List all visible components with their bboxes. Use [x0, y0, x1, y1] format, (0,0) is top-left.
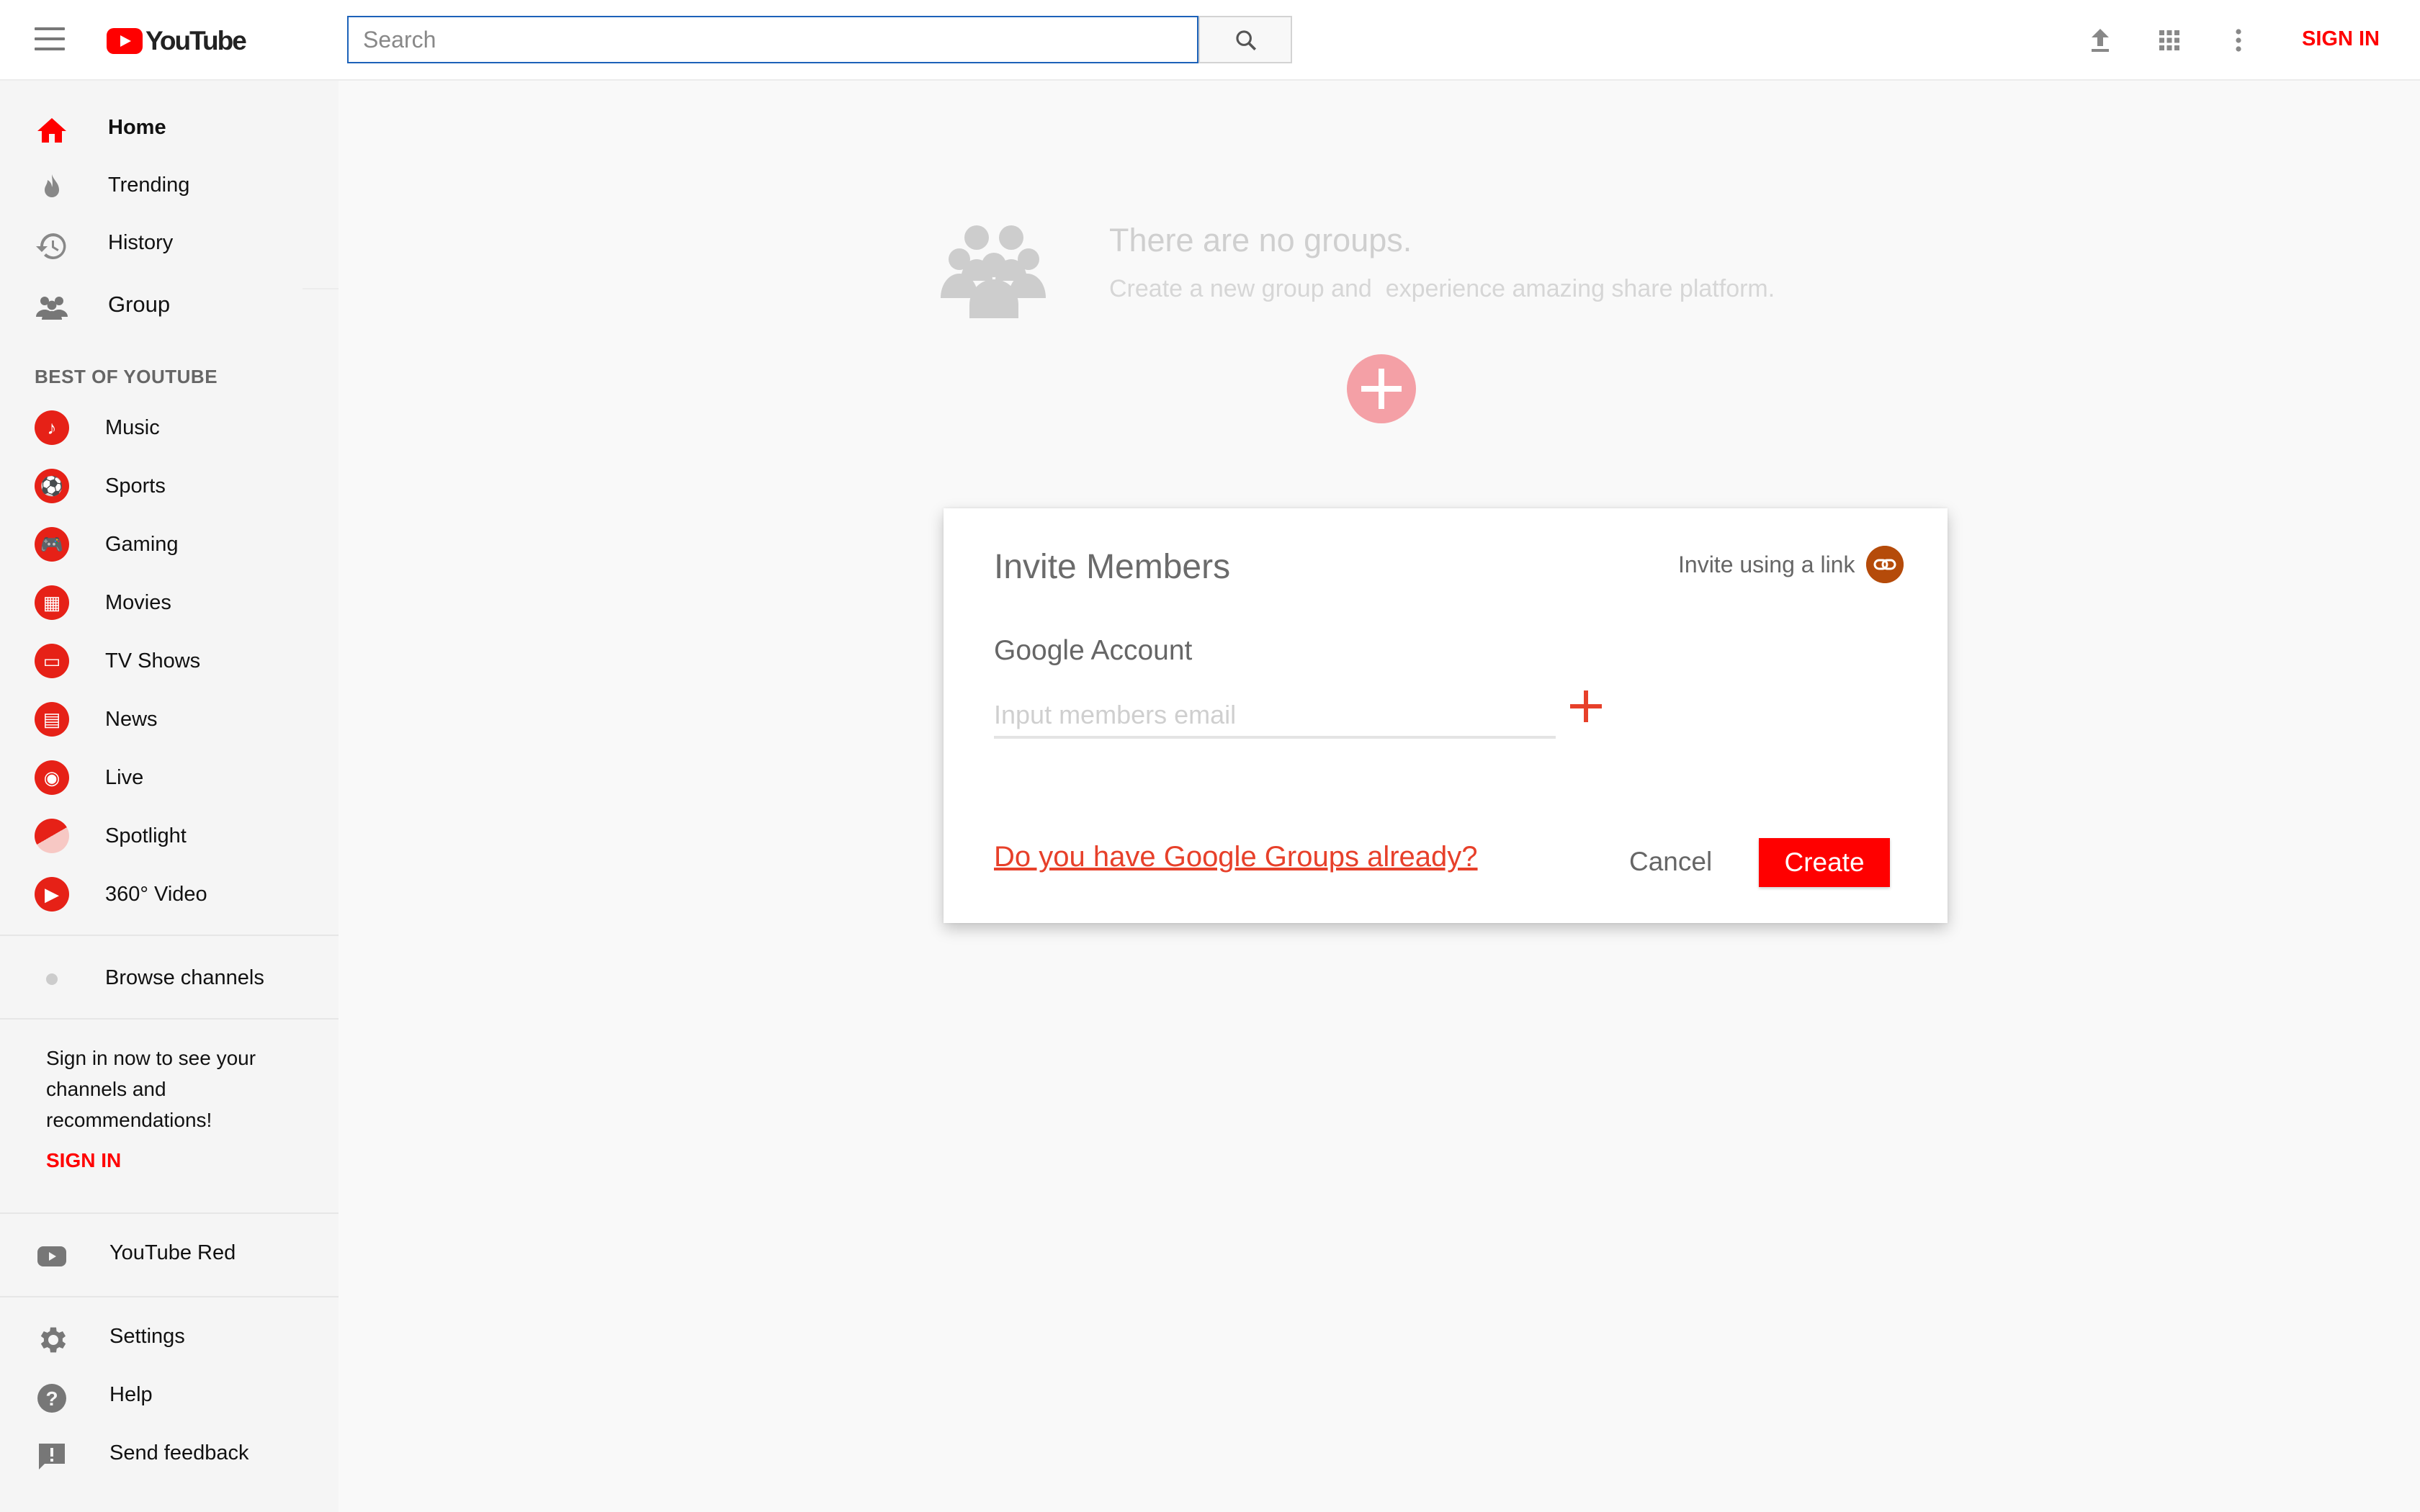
divider — [0, 1296, 339, 1297]
live-icon: ◉ — [35, 760, 69, 795]
browse-channels-icon — [46, 973, 58, 985]
play-logo-icon — [107, 28, 143, 54]
sign-in-note: Sign in now to see your channels and rec… — [46, 1047, 256, 1131]
search-input[interactable] — [347, 16, 1198, 63]
feedback-icon — [39, 1444, 65, 1470]
help-icon: ? — [37, 1384, 66, 1413]
sidebar-item-tv-shows[interactable]: ▭ TV Shows — [0, 632, 339, 690]
sidebar-item-label: Music — [105, 416, 160, 439]
divider — [0, 1018, 339, 1020]
sidebar-item-label: News — [105, 708, 158, 731]
sidebar-item-help[interactable]: ? Help — [0, 1367, 339, 1423]
divider — [0, 935, 339, 936]
add-member-button[interactable] — [1567, 688, 1605, 726]
sidebar-item-send-feedback[interactable]: Send feedback — [0, 1426, 339, 1482]
sidebar: Home Trending History Group BEST OF YOUT… — [0, 81, 339, 1512]
invite-link-label: Invite using a link — [1678, 551, 1855, 577]
sidebar-item-trending[interactable]: Trending — [0, 158, 339, 214]
divider — [302, 288, 339, 289]
sidebar-item-label: Browse channels — [105, 966, 264, 989]
sidebar-item-movies[interactable]: ▦ Movies — [0, 574, 339, 631]
cancel-button[interactable]: Cancel — [1629, 847, 1712, 877]
sidebar-item-label: Send feedback — [109, 1441, 249, 1464]
dialog-title: Invite Members — [994, 548, 1231, 586]
gaming-icon: 🎮 — [35, 527, 69, 562]
history-icon — [36, 233, 66, 259]
apps-grid-icon[interactable] — [2152, 23, 2187, 58]
sidebar-item-label: Home — [108, 116, 166, 139]
sidebar-item-label: TV Shows — [105, 649, 201, 672]
flame-icon — [45, 174, 59, 197]
invite-using-link-button[interactable]: Invite using a link — [1678, 546, 1904, 583]
360-video-icon: ▶ — [35, 877, 69, 912]
gear-icon — [40, 1327, 66, 1353]
empty-state-title: There are no groups. — [1109, 222, 1412, 258]
search-button[interactable] — [1198, 16, 1292, 63]
sidebar-item-settings[interactable]: Settings — [0, 1309, 339, 1365]
sidebar-sign-in-link[interactable]: SIGN IN — [46, 1149, 121, 1172]
sidebar-item-label: Gaming — [105, 533, 179, 556]
sidebar-item-label: Sports — [105, 474, 166, 498]
sidebar-item-music[interactable]: ♪ Music — [0, 399, 339, 456]
empty-state-subtitle: Create a new group and experience amazin… — [1109, 275, 1775, 302]
google-account-label: Google Account — [994, 635, 1193, 666]
more-options-icon[interactable] — [2221, 23, 2256, 58]
sidebar-item-sports[interactable]: ⚽ Sports — [0, 457, 339, 515]
sidebar-item-gaming[interactable]: 🎮 Gaming — [0, 516, 339, 573]
group-icon — [36, 297, 68, 320]
google-groups-link[interactable]: Do you have Google Groups already? — [994, 841, 1478, 873]
sidebar-item-news[interactable]: ▤ News — [0, 690, 339, 748]
invite-members-dialog: Invite Members Invite using a link Googl… — [944, 508, 1948, 923]
sidebar-item-live[interactable]: ◉ Live — [0, 749, 339, 806]
sidebar-item-history[interactable]: History — [0, 215, 339, 271]
sidebar-item-360-video[interactable]: ▶ 360° Video — [0, 865, 339, 923]
sidebar-item-label: Group — [108, 292, 171, 317]
section-title: BEST OF YOUTUBE — [35, 366, 218, 387]
music-icon: ♪ — [35, 410, 69, 445]
upload-icon[interactable] — [2083, 23, 2118, 58]
logo-text: YouTube — [145, 26, 247, 55]
member-email-input[interactable] — [994, 694, 1556, 739]
sidebar-item-group[interactable]: Group — [0, 276, 339, 332]
sidebar-item-spotlight[interactable]: Spotlight — [0, 807, 339, 865]
sidebar-item-label: 360° Video — [105, 883, 207, 906]
create-button[interactable]: Create — [1759, 838, 1890, 887]
link-icon — [1866, 546, 1904, 583]
sidebar-item-label: Live — [105, 766, 144, 789]
sidebar-item-browse-channels[interactable]: Browse channels — [0, 949, 339, 1007]
sidebar-item-label: YouTube Red — [109, 1241, 236, 1264]
add-group-button[interactable] — [1347, 354, 1416, 423]
divider — [0, 1212, 339, 1214]
youtube-red-icon — [37, 1246, 66, 1266]
sidebar-item-youtube-red[interactable]: YouTube Red — [0, 1225, 339, 1282]
sidebar-item-label: Movies — [105, 591, 171, 614]
sports-icon: ⚽ — [35, 469, 69, 503]
sidebar-item-label: Trending — [108, 174, 190, 197]
sidebar-item-home[interactable]: Home — [0, 100, 339, 156]
menu-icon[interactable] — [35, 27, 65, 50]
news-icon: ▤ — [35, 702, 69, 737]
search-icon — [1236, 30, 1257, 51]
sign-in-button[interactable]: SIGN IN — [2302, 27, 2380, 51]
svg-text:?: ? — [45, 1387, 58, 1410]
youtube-logo[interactable]: YouTube — [107, 26, 247, 56]
sidebar-item-label: History — [108, 231, 174, 254]
sidebar-item-label: Settings — [109, 1325, 185, 1348]
movies-icon: ▦ — [35, 585, 69, 620]
home-icon — [37, 118, 66, 143]
sidebar-item-label: Help — [109, 1383, 153, 1406]
spotlight-icon — [35, 819, 69, 853]
top-bar: YouTube SIGN IN — [0, 0, 2420, 81]
empty-groups-icon — [941, 225, 1046, 318]
tv-icon: ▭ — [35, 644, 69, 678]
sidebar-item-label: Spotlight — [105, 824, 187, 847]
